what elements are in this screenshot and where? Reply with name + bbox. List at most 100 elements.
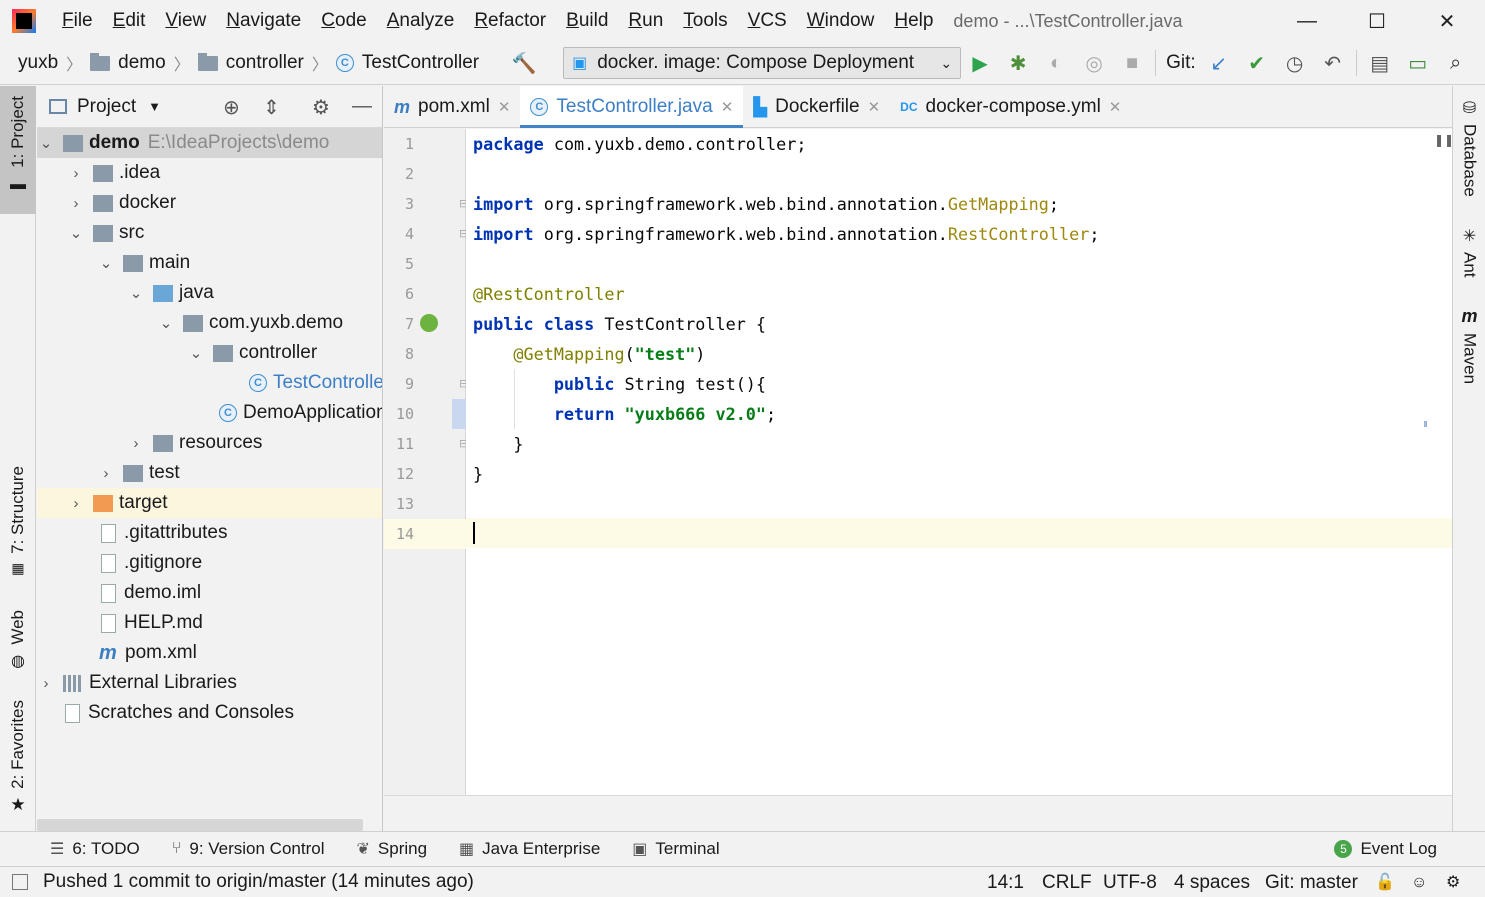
tree-item-src[interactable]: ⌄ src (37, 218, 382, 248)
close-icon[interactable]: ✕ (721, 98, 734, 116)
tree-item-gitignore[interactable]: .gitignore (37, 548, 382, 578)
inspector-icon[interactable]: ☺ (1411, 867, 1427, 897)
tree-item-testcontroller[interactable]: C TestController (37, 368, 382, 398)
breadcrumb-controller[interactable]: controller (192, 42, 310, 85)
tool-terminal[interactable]: ▣ Terminal (632, 839, 719, 859)
chevron-down-icon[interactable]: ⌄ (39, 134, 53, 152)
tree-item-java[interactable]: ⌄ java (37, 278, 382, 308)
git-commit-icon[interactable]: ✔ (1238, 44, 1276, 82)
git-update-icon[interactable]: ↙ (1200, 44, 1238, 82)
chevron-down-icon[interactable]: ⌄ (129, 284, 143, 302)
tree-item-main[interactable]: ⌄ main (37, 248, 382, 278)
line-separator[interactable]: CRLF (1042, 867, 1092, 897)
collapse-all-icon[interactable]: ⇕ (263, 95, 280, 120)
locate-icon[interactable]: ⊕ (223, 95, 240, 120)
breadcrumb-yuxb[interactable]: yuxb (0, 42, 64, 85)
code-editor[interactable]: package com.yuxb.demo.controller; import… (466, 129, 1454, 795)
chevron-right-icon[interactable]: › (129, 435, 143, 452)
gear-icon[interactable]: ⚙ (312, 95, 330, 120)
tool-version-control[interactable]: ⑂ 9: Version Control (172, 839, 325, 859)
hide-icon[interactable]: — (352, 95, 372, 118)
file-encoding[interactable]: UTF-8 (1103, 867, 1157, 897)
git-branch[interactable]: Git: master (1265, 867, 1358, 897)
run-icon[interactable]: ▶ (961, 44, 999, 82)
tree-item-demo-iml[interactable]: demo.iml (37, 578, 382, 608)
tree-item-resources[interactable]: › resources (37, 428, 382, 458)
tree-item-test[interactable]: › test (37, 458, 382, 488)
chevron-down-icon[interactable]: ⌄ (159, 314, 173, 332)
menu-run[interactable]: Run (618, 0, 673, 42)
tree-item-docker[interactable]: › docker (37, 188, 382, 218)
tree-item-demo[interactable]: ⌄ demo E:\IdeaProjects\demo (37, 128, 382, 158)
tree-item-help-md[interactable]: HELP.md (37, 608, 382, 638)
breadcrumb-demo[interactable]: demo (84, 42, 172, 85)
tool-tab-structure[interactable]: 7: Structure ▦ (0, 466, 36, 577)
profile-icon[interactable]: ◎ (1075, 44, 1113, 82)
tool-tab-web[interactable]: Web ◍ (0, 610, 36, 671)
chevron-right-icon[interactable]: › (69, 495, 83, 512)
spring-bean-gutter-icon[interactable] (420, 314, 438, 332)
close-icon[interactable]: ✕ (498, 98, 511, 116)
breadcrumb-testcontroller[interactable]: C TestController (330, 42, 485, 85)
chevron-right-icon[interactable]: › (69, 165, 83, 182)
tool-tab-maven[interactable]: m Maven (1453, 306, 1485, 384)
tab-pom-xml[interactable]: m pom.xml ✕ (384, 86, 520, 128)
tree-item-pom-xml[interactable]: m pom.xml (37, 638, 382, 668)
minimize-button[interactable]: — (1272, 0, 1342, 42)
lock-icon[interactable]: 🔓 (1375, 867, 1395, 897)
status-message[interactable]: Pushed 1 commit to origin/master (14 min… (43, 871, 474, 893)
chevron-right-icon[interactable]: › (99, 465, 113, 482)
tab-testcontroller-java[interactable]: C TestController.java ✕ (520, 86, 744, 128)
tab-docker-compose-yml[interactable]: DC docker-compose.yml ✕ (890, 86, 1131, 128)
close-window-button[interactable]: ✕ (1412, 0, 1482, 42)
search-icon[interactable]: ⌕ (1437, 44, 1475, 82)
close-icon[interactable]: ✕ (868, 98, 881, 116)
menu-window[interactable]: Window (797, 0, 885, 42)
chevron-down-icon[interactable]: ⌄ (99, 254, 113, 272)
menu-build[interactable]: Build (556, 0, 618, 42)
memory-icon[interactable]: ⚙ (1446, 867, 1460, 897)
git-rollback-icon[interactable]: ↶ (1314, 44, 1352, 82)
project-structure-icon[interactable]: ▤ (1361, 44, 1399, 82)
menu-edit[interactable]: Edit (103, 0, 156, 42)
tree-item-gitattributes[interactable]: .gitattributes (37, 518, 382, 548)
menu-analyze[interactable]: Analyze (377, 0, 465, 42)
tool-event-log[interactable]: 5 Event Log (1334, 839, 1437, 859)
tree-item-demoapplication[interactable]: C DemoApplication (37, 398, 382, 428)
coverage-icon[interactable]: ◐ (1037, 44, 1075, 82)
menu-vcs[interactable]: VCS (738, 0, 797, 42)
chevron-down-icon[interactable]: ▼ (148, 99, 161, 114)
project-panel-title[interactable]: Project (77, 96, 136, 118)
build-hammer-icon[interactable]: 🔨 (505, 44, 543, 82)
tree-item-target[interactable]: › target (37, 488, 382, 518)
tool-tab-project[interactable]: 1: Project ▬ (0, 86, 36, 214)
debug-icon[interactable]: ✱ (999, 44, 1037, 82)
tool-tab-database[interactable]: ⛁ Database (1453, 98, 1485, 197)
chevron-right-icon[interactable]: › (69, 195, 83, 212)
indent-setting[interactable]: 4 spaces (1174, 867, 1250, 897)
tree-item-package[interactable]: ⌄ com.yuxb.demo (37, 308, 382, 338)
tab-dockerfile[interactable]: ▙ Dockerfile ✕ (743, 86, 890, 128)
chevron-down-icon[interactable]: ⌄ (69, 224, 83, 242)
stop-icon[interactable]: ■ (1113, 44, 1151, 82)
tree-item-external-libraries[interactable]: › External Libraries (37, 668, 382, 698)
presentation-icon[interactable]: ▭ (1399, 44, 1437, 82)
git-history-icon[interactable]: ◷ (1276, 44, 1314, 82)
menu-help[interactable]: Help (884, 0, 943, 42)
run-configuration-select[interactable]: ▣ docker. image: Compose Deployment ⌄ (563, 47, 962, 79)
caret-position[interactable]: 14:1 (987, 867, 1024, 897)
tool-java-enterprise[interactable]: ▦ Java Enterprise (459, 839, 600, 859)
tree-item-controller[interactable]: ⌄ controller (37, 338, 382, 368)
reader-mode-icon[interactable]: ❚❚ (1434, 133, 1454, 147)
tool-todo[interactable]: ☰ 6: TODO (50, 839, 140, 859)
tree-item-idea[interactable]: › .idea (37, 158, 382, 188)
menu-tools[interactable]: Tools (673, 0, 737, 42)
menu-navigate[interactable]: Navigate (216, 0, 311, 42)
chevron-down-icon[interactable]: ⌄ (189, 344, 203, 362)
toggle-tool-windows-icon[interactable] (12, 874, 28, 890)
menu-refactor[interactable]: Refactor (464, 0, 556, 42)
menu-file[interactable]: File (52, 0, 103, 42)
tool-tab-favorites[interactable]: 2: Favorites ★ (0, 700, 36, 815)
tool-tab-ant[interactable]: ✳ Ant (1453, 226, 1485, 278)
close-icon[interactable]: ✕ (1109, 98, 1122, 116)
